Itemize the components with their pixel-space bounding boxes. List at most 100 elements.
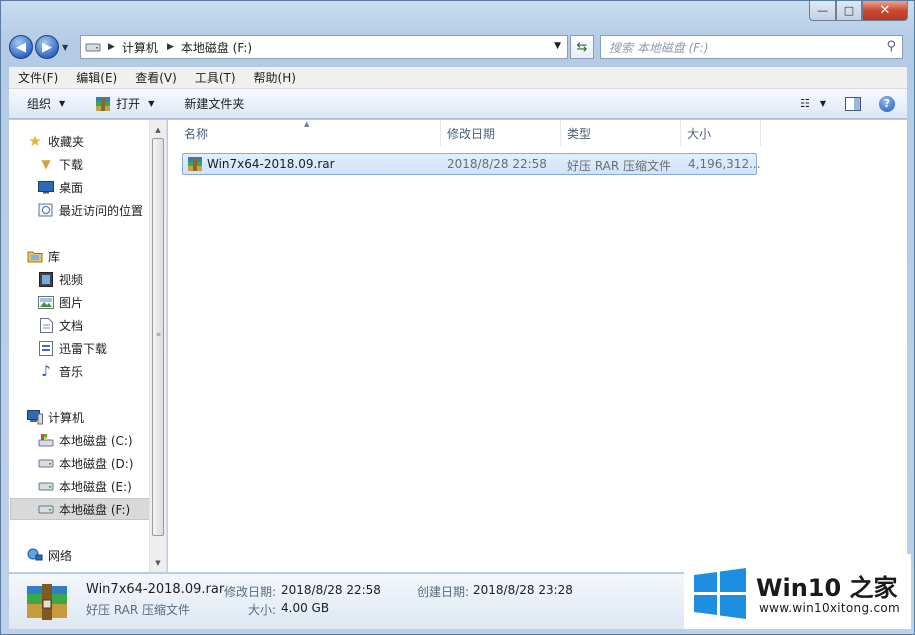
close-button[interactable]: ✕ (862, 1, 908, 21)
sidebar-favorites-label: 收藏夹 (48, 134, 85, 149)
breadcrumb-drive-f[interactable]: 本地磁盘 (F:) (181, 39, 252, 56)
sidebar-item-label: 音乐 (59, 364, 84, 379)
chevron-down-icon: ▼ (62, 42, 69, 52)
maximize-button[interactable]: □ (836, 1, 862, 21)
breadcrumb-separator-icon: ▶ (166, 42, 174, 52)
back-button[interactable]: ◀ (9, 35, 33, 59)
forward-arrow-icon: ▶ (42, 39, 52, 55)
file-modified: 2018/8/28 22:58 (447, 157, 547, 171)
minimize-button[interactable]: — (809, 1, 836, 21)
sidebar-item-drive-c[interactable]: 本地磁盘 (C:) (38, 429, 133, 451)
downloads-folder-icon: ▼ (41, 157, 51, 171)
column-header-modified[interactable]: 修改日期 (441, 120, 561, 146)
sidebar-item-pictures[interactable]: 图片 (38, 291, 83, 313)
command-bar: 组织 ▼ 打开 ▼ 新建文件夹 ☷ ▼ ? (9, 89, 907, 119)
chevron-down-icon: ▼ (148, 99, 155, 108)
chevron-down-icon: ▼ (819, 99, 827, 108)
sidebar-computer[interactable]: 计算机 (27, 406, 84, 428)
sidebar-item-videos[interactable]: 视频 (38, 268, 83, 290)
windows-logo-icon (694, 568, 746, 619)
sidebar-item-label: 本地磁盘 (E:) (59, 479, 132, 494)
details-size-value: 4.00 GB (281, 601, 330, 615)
help-button[interactable]: ? (873, 93, 901, 115)
watermark-url: www.win10xitong.com (759, 601, 901, 615)
music-note-icon: ♪ (41, 362, 51, 380)
menu-tools[interactable]: 工具(T) (186, 69, 245, 86)
sidebar-item-drive-f[interactable]: 本地磁盘 (F:) (10, 498, 150, 520)
address-row: ◀ ▶ ▼ ▶ 计算机 ▶ 本地磁盘 (F:) ▼ ⇆ 搜索 本地磁盘 (F:)… (9, 33, 907, 61)
drive-icon (38, 455, 54, 471)
column-header-name[interactable]: 名称 (178, 120, 441, 146)
column-header-type[interactable]: 类型 (561, 120, 681, 146)
sidebar-libraries-label: 库 (48, 249, 61, 264)
sidebar-item-label: 迅雷下载 (59, 341, 108, 356)
caption-buttons: — □ ✕ (809, 1, 908, 21)
forward-button[interactable]: ▶ (35, 35, 59, 59)
sidebar-item-documents[interactable]: 文档 (38, 314, 83, 336)
sidebar-item-label: 文档 (59, 318, 84, 333)
sidebar-item-label: 下载 (59, 157, 84, 172)
recent-places-icon (38, 202, 54, 218)
menu-file[interactable]: 文件(F) (9, 69, 67, 86)
drive-icon (38, 478, 54, 494)
new-folder-button[interactable]: 新建文件夹 (174, 92, 254, 116)
details-size-label: 大小: (248, 603, 277, 617)
system-drive-icon (38, 432, 54, 448)
video-icon (38, 271, 54, 287)
sidebar-item-downloads[interactable]: ▼ 下载 (38, 153, 83, 175)
watermark-title: Win10 之家 (756, 574, 898, 602)
scroll-thumb[interactable]: ≡ (152, 138, 164, 536)
picture-icon (38, 294, 54, 310)
menu-view[interactable]: 查看(V) (126, 69, 186, 86)
sidebar-item-label: 桌面 (59, 180, 84, 195)
sidebar-item-desktop[interactable]: 桌面 (38, 176, 83, 198)
breadcrumb-separator-icon: ▶ (108, 42, 115, 52)
drive-icon (38, 501, 54, 517)
sidebar-libraries[interactable]: 库 (27, 245, 60, 267)
details-file-name: Win7x64-2018.09.rar (86, 582, 225, 597)
back-arrow-icon: ◀ (16, 39, 26, 55)
sidebar-item-label: 本地磁盘 (C:) (59, 433, 133, 448)
column-header-label: 修改日期 (447, 126, 496, 141)
chevron-down-icon: ▼ (59, 99, 66, 108)
recent-pages-dropdown[interactable]: ▼ (62, 43, 72, 52)
open-button[interactable]: 打开 ▼ (85, 92, 164, 116)
organize-button[interactable]: 组织 ▼ (9, 92, 75, 116)
grip-icon: ≡ (156, 331, 162, 338)
sidebar-item-thunder-downloads[interactable]: 迅雷下载 (38, 337, 107, 359)
file-name: Win7x64-2018.09.rar (207, 157, 335, 171)
search-placeholder: 搜索 本地磁盘 (F:) (609, 40, 709, 55)
navigation-pane: ★ 收藏夹 ▼ 下载 桌面 最近访问的位置 库 视频 图片 文档 迅雷下载 ♪ … (9, 120, 167, 572)
details-file-type: 好压 RAR 压缩文件 (86, 603, 191, 617)
details-modified-label: 修改日期: (224, 585, 277, 599)
address-bar[interactable]: ▶ 计算机 ▶ 本地磁盘 (F:) ▼ (80, 35, 568, 59)
table-row[interactable]: Win7x64-2018.09.rar 2018/8/28 22:58 好压 R… (182, 153, 761, 175)
column-header-label: 大小 (687, 126, 712, 141)
network-icon (27, 547, 43, 563)
sort-ascending-icon: ▲ (304, 120, 310, 128)
sidebar-item-recent-places[interactable]: 最近访问的位置 (38, 199, 143, 221)
document-icon (38, 317, 54, 333)
sidebar-item-drive-e[interactable]: 本地磁盘 (E:) (38, 475, 132, 497)
scroll-up-icon[interactable]: ▲ (150, 121, 166, 138)
sidebar-item-music[interactable]: ♪ 音乐 (38, 360, 83, 382)
thunder-downloads-icon (38, 340, 54, 356)
address-dropdown-icon[interactable]: ▼ (554, 41, 561, 51)
refresh-button[interactable]: ⇆ (570, 35, 594, 59)
view-options-button[interactable]: ☷ ▼ (793, 93, 833, 115)
menu-help[interactable]: 帮助(H) (245, 69, 305, 86)
details-modified-value: 2018/8/28 22:58 (281, 583, 381, 597)
menu-edit[interactable]: 编辑(E) (67, 69, 126, 86)
breadcrumb-computer[interactable]: 计算机 (122, 39, 158, 56)
scroll-down-icon[interactable]: ▼ (150, 554, 166, 571)
navigation-scrollbar[interactable]: ▲ ≡ ▼ (149, 120, 166, 572)
explorer-window: — □ ✕ ◀ ▶ ▼ ▶ 计算机 ▶ 本地磁盘 (F:) ▼ ⇆ 搜索 本地磁… (0, 0, 915, 635)
sidebar-network[interactable]: 网络 (27, 544, 72, 566)
column-header-size[interactable]: 大小 (681, 120, 761, 146)
search-input[interactable]: 搜索 本地磁盘 (F:) ⚲ (600, 35, 903, 59)
preview-pane-button[interactable] (839, 93, 867, 115)
rar-archive-icon (188, 157, 202, 171)
sidebar-item-drive-d[interactable]: 本地磁盘 (D:) (38, 452, 133, 474)
sidebar-favorites[interactable]: ★ 收藏夹 (27, 130, 84, 152)
sidebar-network-label: 网络 (48, 548, 73, 563)
